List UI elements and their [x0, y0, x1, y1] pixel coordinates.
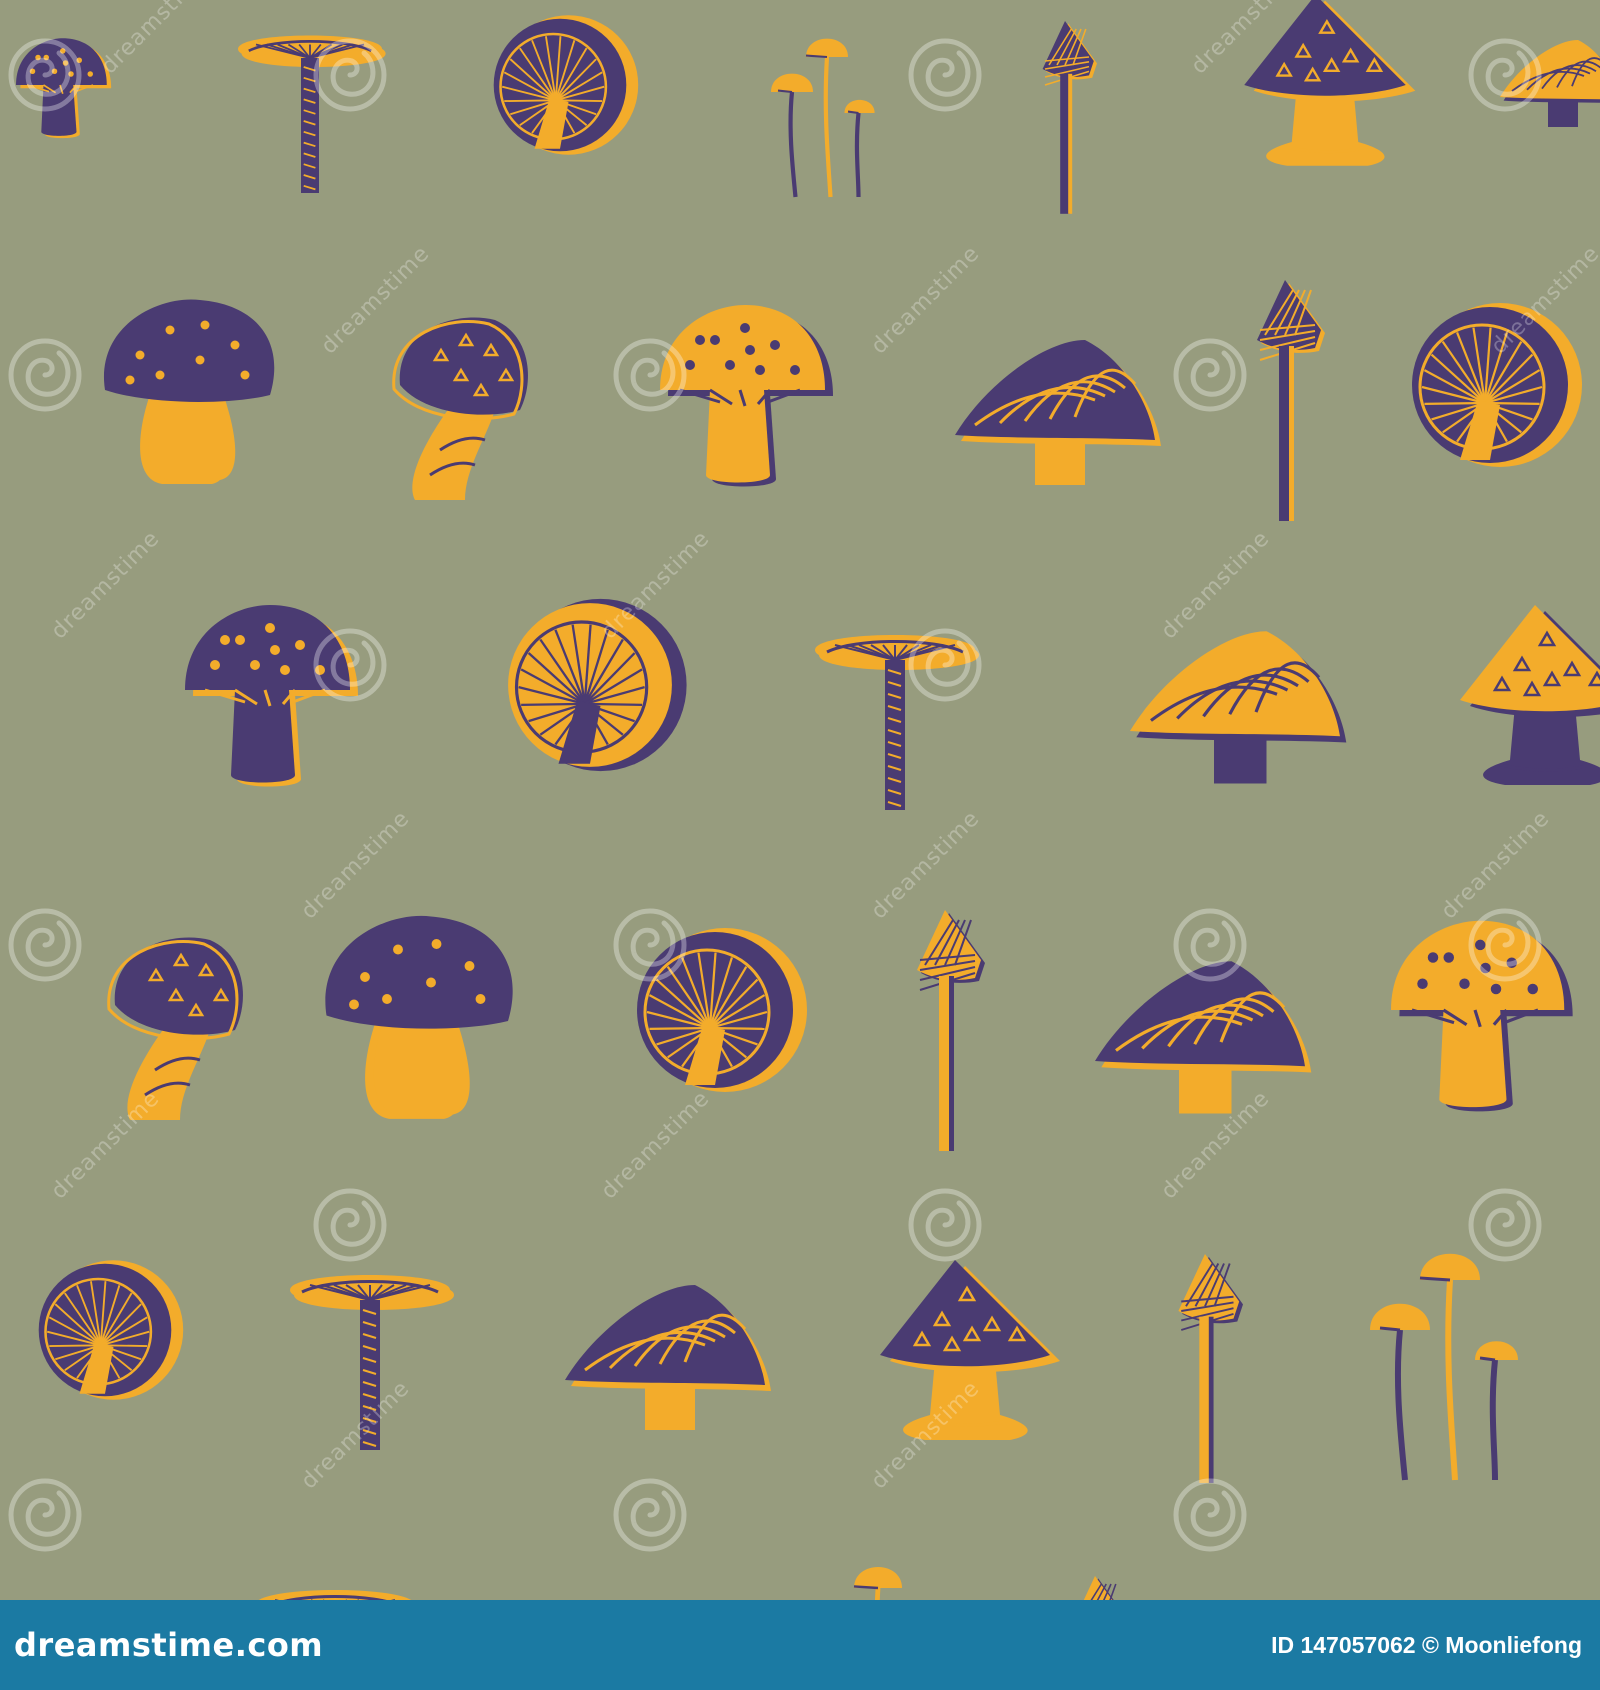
pattern-background — [0, 0, 1600, 1600]
mushroom-gill — [493, 15, 639, 155]
mushroom-pattern-artwork: dreamstime dreamstime dreamstimedreamstime… — [0, 0, 1600, 1600]
mushroom-gill — [637, 928, 807, 1092]
footer-credit: ID 147057062 © Moonliefong — [1271, 1631, 1582, 1658]
mushroom-gill — [38, 1260, 184, 1400]
footer-logo[interactable]: dreamstime.com — [14, 1626, 323, 1664]
footer-bar: dreamstime.com ID 147057062 © Moonliefon… — [0, 1600, 1600, 1690]
mushroom-gill — [1412, 303, 1582, 467]
